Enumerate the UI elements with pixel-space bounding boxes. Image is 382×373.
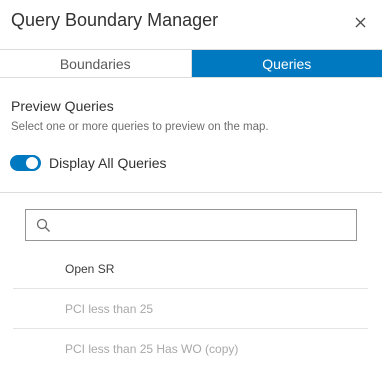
- close-button[interactable]: [350, 12, 370, 32]
- panel-header: Query Boundary Manager: [0, 0, 382, 48]
- search-icon: [36, 218, 50, 232]
- query-item-open-sr[interactable]: Open SR: [13, 249, 368, 289]
- tab-bar: Boundaries Queries: [0, 49, 382, 78]
- display-all-queries-toggle[interactable]: [10, 155, 41, 171]
- panel-title: Query Boundary Manager: [11, 10, 219, 30]
- display-all-queries-row: Display All Queries: [10, 153, 167, 173]
- query-search-box[interactable]: [25, 209, 357, 241]
- tab-queries[interactable]: Queries: [191, 50, 382, 77]
- query-item-pci-less-than-25-has-wo-copy[interactable]: PCI less than 25 Has WO (copy): [13, 329, 368, 369]
- section-divider: [0, 192, 382, 193]
- toggle-knob: [26, 157, 38, 169]
- preview-queries-description: Select one or more queries to preview on…: [11, 121, 269, 133]
- preview-queries-heading: Preview Queries: [11, 98, 114, 114]
- search-input[interactable]: [58, 210, 350, 240]
- tab-boundaries[interactable]: Boundaries: [0, 50, 192, 77]
- close-icon: [355, 17, 365, 27]
- query-item-pci-less-than-25[interactable]: PCI less than 25: [13, 289, 368, 329]
- query-list: Open SR PCI less than 25 PCI less than 2…: [13, 249, 368, 369]
- display-all-queries-label: Display All Queries: [49, 155, 167, 171]
- query-boundary-manager-panel: Query Boundary Manager Boundaries Querie…: [0, 0, 382, 373]
